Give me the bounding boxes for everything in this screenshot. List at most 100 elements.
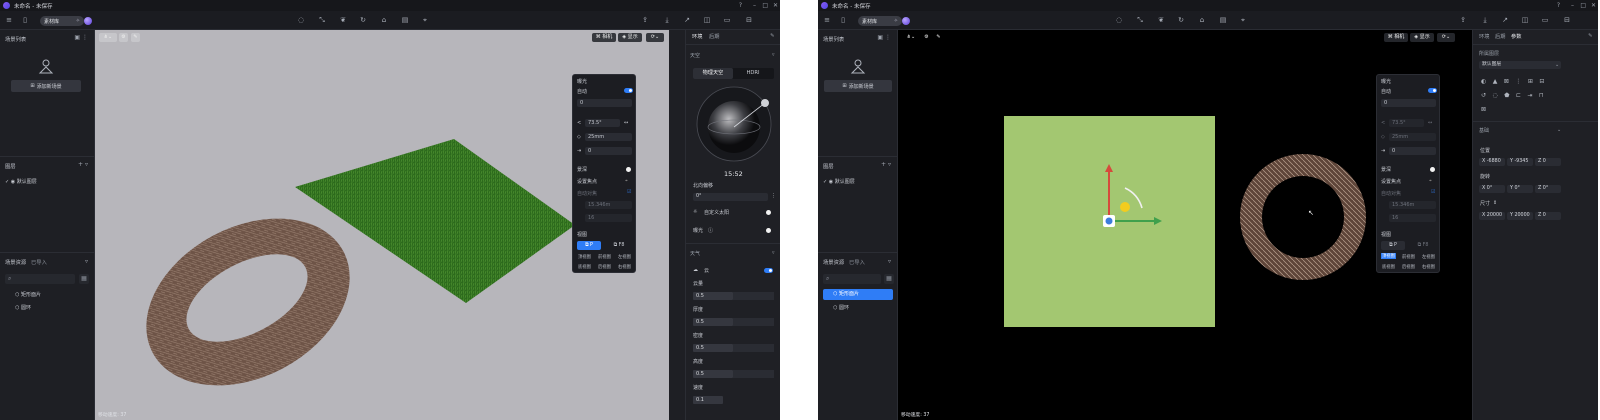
export-icon[interactable]: ⤓ xyxy=(1480,15,1490,25)
transform-tool-row-1[interactable]: ◐▲⊠⋮⊞⊟ xyxy=(1481,78,1551,85)
share-icon[interactable]: ↗ xyxy=(682,15,692,25)
tab-params[interactable]: 参数 xyxy=(1511,33,1521,40)
asset-item[interactable]: ⬡ 圆环 xyxy=(833,304,849,311)
density-slider[interactable]: 0.5 xyxy=(693,344,774,352)
fov-link-icon[interactable]: ↔ xyxy=(1428,120,1432,126)
3d-viewport[interactable]: ⋔⌄ ⚙ ✎ ⌘ 相机 ◈ 显示 ⟳⌄ 移动速度: 37 曝光 自动 0 < 7… xyxy=(95,30,669,420)
view-top-button[interactable]: 顶视图 xyxy=(578,254,591,260)
scene-options-icon[interactable]: ▣ ⋮ xyxy=(74,34,88,41)
move-tool-icon[interactable]: ⤡ xyxy=(317,15,327,25)
collapse-icon[interactable]: ▿ xyxy=(85,258,88,265)
pin-icon[interactable]: ✎ xyxy=(770,33,774,39)
cloud-amount-slider[interactable]: 0.5 xyxy=(693,292,774,300)
view-left-button[interactable]: 左视图 xyxy=(1422,254,1435,260)
focus-target-icon[interactable]: ⌖ xyxy=(1429,178,1432,184)
rotation-x-input[interactable]: X 0° xyxy=(1479,185,1505,193)
focus-target-icon[interactable]: ⌖ xyxy=(625,178,628,184)
add-scene-button[interactable]: ⊞ 添加新场景 xyxy=(11,80,81,92)
camera-button[interactable]: ⌘ 相机 xyxy=(592,33,616,42)
fov-input[interactable]: 73.5° xyxy=(1389,119,1424,127)
collapse-icon[interactable]: ▿ xyxy=(888,258,891,265)
menu-icon[interactable]: ≡ xyxy=(822,15,832,25)
auto-exposure-toggle[interactable] xyxy=(624,88,633,93)
add-layer-icon[interactable]: + ▿ xyxy=(881,161,891,168)
library-button[interactable]: 素材库 ✧ xyxy=(40,16,84,26)
panel-icon[interactable]: ▤ xyxy=(1218,15,1228,25)
asset-item[interactable]: ⬡ 圆环 xyxy=(15,304,31,311)
custom-sun-toggle[interactable] xyxy=(766,210,771,215)
view-front-button[interactable]: 前视图 xyxy=(598,254,611,260)
tab-post[interactable]: 后期 xyxy=(1495,33,1505,40)
light-bulb-icon[interactable]: ◌ xyxy=(1114,15,1124,25)
rotate-icon[interactable]: ↻ xyxy=(358,15,368,25)
search-input[interactable]: ⌕ xyxy=(5,274,75,284)
view-front-button[interactable]: 前视图 xyxy=(1402,254,1415,260)
dof-toggle[interactable] xyxy=(626,167,631,172)
maximize-icon[interactable]: □ xyxy=(762,2,768,9)
speed-slider[interactable]: 0.1 xyxy=(693,396,723,404)
layer-item-default[interactable]: ✓ ◉ 默认图层 xyxy=(823,178,855,185)
light-bulb-icon[interactable]: ◌ xyxy=(296,15,306,25)
view-back-button[interactable]: 后视图 xyxy=(1402,264,1415,270)
info-icon[interactable]: ⓘ xyxy=(708,227,713,234)
display-button[interactable]: ◈ 显示 xyxy=(618,33,642,42)
minimize-icon[interactable]: – xyxy=(1571,2,1574,9)
shape-icon[interactable]: ⌂ xyxy=(379,15,389,25)
physical-sky-option[interactable]: 物理天空 xyxy=(693,68,733,79)
grid-view-icon[interactable]: ▦ xyxy=(79,274,89,284)
close-icon[interactable]: ✕ xyxy=(773,2,778,9)
help-icon[interactable]: ? xyxy=(1557,2,1560,9)
exposure-input[interactable]: 0 xyxy=(1381,99,1436,107)
close-icon[interactable]: ✕ xyxy=(1591,2,1596,9)
render-icon[interactable]: ⟳⌄ xyxy=(646,33,664,42)
screenshot-icon[interactable]: ◫ xyxy=(702,15,712,25)
height-slider[interactable]: 0.5 xyxy=(693,370,774,378)
sun-position-dial[interactable] xyxy=(695,85,773,163)
library-button[interactable]: 素材库 ✧ xyxy=(858,16,902,26)
collapse-icon[interactable]: ▿ xyxy=(772,52,775,58)
view-left-button[interactable]: 左视图 xyxy=(618,254,631,260)
layer-select[interactable]: 默认图层 xyxy=(1479,61,1561,69)
display-button[interactable]: ◈ 显示 xyxy=(1410,33,1434,42)
north-offset-input[interactable]: 0° xyxy=(693,193,768,201)
view-perspective-button[interactable]: ⧉ P xyxy=(1381,241,1405,250)
help-icon[interactable]: ? xyxy=(739,2,742,9)
view-top-button[interactable]: 顶视图 xyxy=(1381,253,1396,259)
focus-distance-input[interactable]: 15.346m xyxy=(585,201,632,209)
rotate-icon[interactable]: ↻ xyxy=(1176,15,1186,25)
asset-item[interactable]: ⬡ 矩形面片 xyxy=(15,291,41,298)
file-icon[interactable]: ▯ xyxy=(838,15,848,25)
rotation-z-input[interactable]: Z 0° xyxy=(1535,185,1561,193)
export-icon[interactable]: ⤓ xyxy=(662,15,672,25)
focal-length-input[interactable]: 25mm xyxy=(1389,133,1436,141)
focal-length-input[interactable]: 25mm xyxy=(585,133,632,141)
position-y-input[interactable]: Y -9345 xyxy=(1507,158,1533,166)
view-perspective-button[interactable]: ⧉ P xyxy=(577,241,601,250)
exposure-toggle[interactable] xyxy=(766,228,771,233)
pin-icon[interactable]: ✎ xyxy=(1588,33,1592,39)
view-bottom-button[interactable]: 底视图 xyxy=(578,264,591,270)
leaf-icon[interactable]: ❦ xyxy=(1156,15,1166,25)
move-tool-icon[interactable]: ⤡ xyxy=(1135,15,1145,25)
sun-handle[interactable] xyxy=(1120,202,1130,212)
camera-button[interactable]: ⌘ 相机 xyxy=(1384,33,1408,42)
tab-scene-assets[interactable]: 场景资源 xyxy=(823,258,844,266)
fstop-input[interactable]: 16 xyxy=(1389,214,1436,222)
asset-item-selected[interactable]: ⬡ 矩形面片 xyxy=(823,289,893,300)
view-f8-button[interactable]: ⧉ F8 xyxy=(606,241,632,250)
search-input[interactable]: ⌕ xyxy=(823,274,881,284)
add-layer-icon[interactable]: + ▿ xyxy=(78,161,88,168)
ai-orb-icon[interactable] xyxy=(84,17,92,25)
video-icon[interactable]: ▭ xyxy=(722,15,732,25)
shape-icon[interactable]: ⌂ xyxy=(1197,15,1207,25)
tab-imported[interactable]: 已导入 xyxy=(31,258,47,266)
pointer-icon[interactable]: ⌖ xyxy=(1238,15,1248,25)
tab-imported[interactable]: 已导入 xyxy=(849,258,865,266)
view-right-button[interactable]: 右视图 xyxy=(618,264,631,270)
view-bottom-button[interactable]: 底视图 xyxy=(1382,264,1395,270)
pointer-icon[interactable]: ⌖ xyxy=(420,15,430,25)
maximize-icon[interactable]: □ xyxy=(1580,2,1586,9)
minimize-icon[interactable]: – xyxy=(753,2,756,9)
dof-toggle[interactable] xyxy=(1430,167,1435,172)
view-back-button[interactable]: 后视图 xyxy=(598,264,611,270)
